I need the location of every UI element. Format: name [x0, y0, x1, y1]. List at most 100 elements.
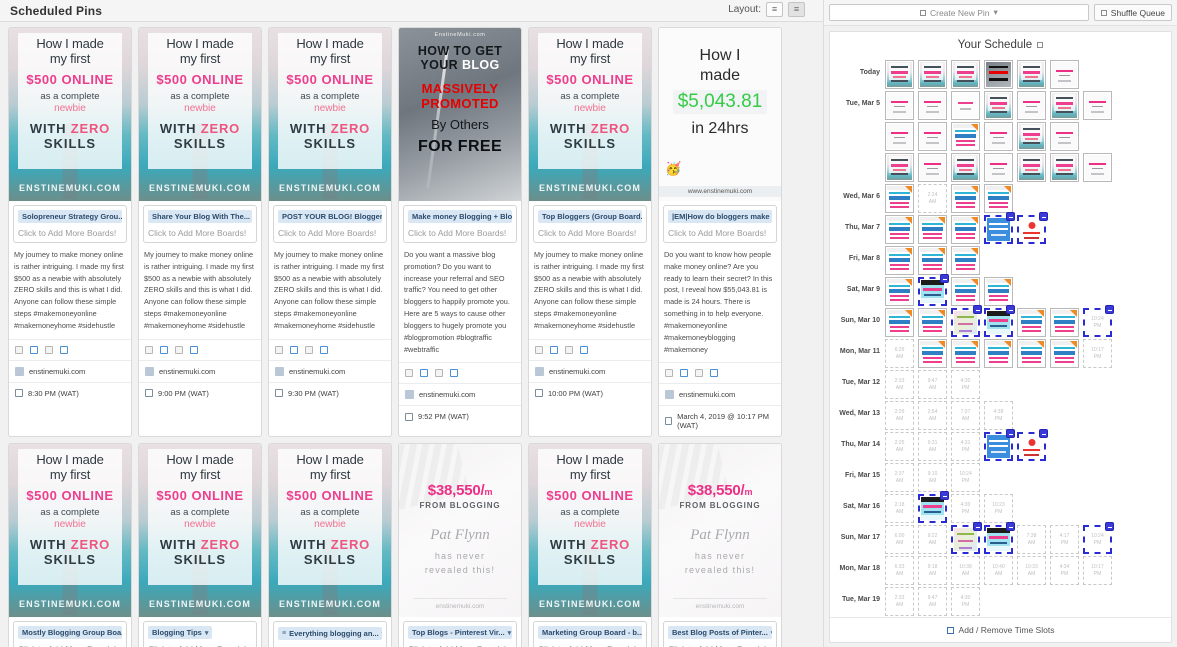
schedule-slot-filled[interactable] [1017, 432, 1046, 461]
schedule-slot-empty[interactable]: 4:17PM [1050, 525, 1079, 554]
pin-description[interactable]: My journey to make money online is rathe… [139, 243, 261, 340]
delete-icon[interactable] [435, 369, 443, 377]
pin-card[interactable]: How I mademy first$500 ONLINEas a comple… [8, 443, 132, 647]
schedule-slot-filled[interactable] [984, 184, 1013, 213]
schedule-slot-empty[interactable]: 6:29AM [885, 339, 914, 368]
schedule-slot-empty[interactable]: 10:24PM [1083, 308, 1112, 337]
slot-badge-icon[interactable] [940, 274, 949, 283]
pin-image[interactable]: How I mademy first$500 ONLINEas a comple… [9, 28, 131, 201]
schedule-slot-filled[interactable] [1050, 153, 1079, 182]
pin-card[interactable]: EnstineMuki.comHOW TO GETYOUR BLOGMASSIV… [398, 27, 522, 437]
schedule-slot-empty[interactable]: 2:24AM [918, 184, 947, 213]
schedule-slot-empty[interactable]: 4:30PM [951, 370, 980, 399]
add-boards-label[interactable]: Click to Add More Boards! [278, 228, 382, 238]
pin-description[interactable]: My journey to make money online is rathe… [9, 243, 131, 340]
schedule-slot-filled[interactable] [951, 60, 980, 89]
delete-icon[interactable] [45, 346, 53, 354]
pin-card[interactable]: How I mademy first$500 ONLINEas a comple… [268, 27, 392, 437]
copy-icon[interactable] [145, 346, 153, 354]
pin-card[interactable]: How I mademy first$500 ONLINEas a comple… [528, 443, 652, 647]
slot-badge-icon[interactable] [973, 305, 982, 314]
schedule-slot-filled[interactable] [951, 122, 980, 151]
delete-icon[interactable] [695, 369, 703, 377]
copy-icon[interactable] [535, 346, 543, 354]
chip-remove-icon[interactable]: ▾ [205, 629, 209, 637]
slot-badge-icon[interactable] [973, 522, 982, 531]
schedule-slot-empty[interactable]: 9:47AM [918, 587, 947, 616]
schedule-slot-empty[interactable]: 2:37AM [885, 463, 914, 492]
schedule-slot-filled[interactable] [984, 339, 1013, 368]
schedule-slot-filled[interactable] [885, 184, 914, 213]
pin-card[interactable]: $38,550/mFROM BLOGGINGPat Flynnhas never… [398, 443, 522, 647]
pin-schedule-time[interactable]: March 4, 2019 @ 10:17 PM (WAT) [659, 406, 781, 436]
schedule-slot-filled[interactable] [1050, 122, 1079, 151]
schedule-slot-filled[interactable] [984, 153, 1013, 182]
edit-icon[interactable] [290, 346, 298, 354]
schedule-slot-empty[interactable]: 9:10AM [918, 463, 947, 492]
pin-boards-box[interactable]: Blogging Tips▾Click to Add More Boards! [143, 621, 257, 647]
schedule-slot-empty[interactable]: 9:18AM [918, 556, 947, 585]
schedule-slot-filled[interactable] [1050, 339, 1079, 368]
schedule-slot-filled[interactable] [1017, 60, 1046, 89]
pin-boards-box[interactable]: Solopreneur Strategy Grou...▾Click to Ad… [13, 205, 127, 243]
board-chip[interactable]: Make money Blogging + Blo...▾ [408, 210, 512, 223]
pin-card[interactable]: How I mademy first$500 ONLINEas a comple… [528, 27, 652, 437]
schedule-slot-empty[interactable]: 4:31PM [951, 432, 980, 461]
pin-boards-box[interactable]: Marketing Group Board - b...▾Click to Ad… [533, 621, 647, 647]
schedule-slot-empty[interactable]: 4:34PM [1050, 556, 1079, 585]
pin-schedule-time[interactable]: 9:30 PM (WAT) [269, 383, 391, 404]
schedule-slot-empty[interactable]: 10:40AM [984, 556, 1013, 585]
add-boards-label[interactable]: Click to Add More Boards! [668, 228, 772, 238]
schedule-slot-empty[interactable]: 10:24PM [1083, 525, 1112, 554]
add-boards-label[interactable]: Click to Add More Boards! [538, 228, 642, 238]
link-icon[interactable] [710, 369, 718, 377]
pin-source-site[interactable]: enstinemuki.com [399, 384, 521, 406]
pin-boards-box[interactable]: Best Blog Posts of Pinter...▾Click to Ad… [663, 621, 777, 647]
add-boards-label[interactable]: Click to Add More Boards! [148, 228, 252, 238]
schedule-slot-empty[interactable]: 7:38AM [1017, 525, 1046, 554]
pin-image[interactable]: How I mademy first$500 ONLINEas a comple… [139, 444, 261, 617]
pin-image[interactable]: $38,550/mFROM BLOGGINGPat Flynnhas never… [659, 444, 781, 617]
create-new-pin-button[interactable]: Create New Pin ▾ [829, 4, 1089, 21]
schedule-slot-filled[interactable] [984, 432, 1013, 461]
board-chip[interactable]: Blogging Tips▾ [148, 626, 212, 639]
copy-icon[interactable] [405, 369, 413, 377]
schedule-slot-empty[interactable]: 4:38PM [984, 401, 1013, 430]
schedule-slot-filled[interactable] [885, 91, 914, 120]
schedule-slot-filled[interactable] [885, 246, 914, 275]
pin-card[interactable]: How I mademy first$500 ONLINEas a comple… [138, 443, 262, 647]
schedule-slot-filled[interactable] [1050, 91, 1079, 120]
pin-source-site[interactable]: enstinemuki.com [659, 384, 781, 406]
schedule-slot-filled[interactable] [951, 339, 980, 368]
pin-description[interactable]: My journey to make money online is rathe… [269, 243, 391, 340]
schedule-slot-filled[interactable] [984, 215, 1013, 244]
pin-description[interactable]: Do you want to know how people make mone… [659, 243, 781, 363]
schedule-slot-filled[interactable] [885, 60, 914, 89]
pin-boards-box[interactable]: ≡Everything blogging an...▾Click to Add … [273, 621, 387, 647]
board-chip[interactable]: Marketing Group Board - b...▾ [538, 626, 642, 639]
schedule-slot-filled[interactable] [1083, 91, 1112, 120]
slot-badge-icon[interactable] [1006, 522, 1015, 531]
schedule-slot-filled[interactable] [984, 60, 1013, 89]
schedule-slot-filled[interactable] [1017, 339, 1046, 368]
schedule-slot-filled[interactable] [918, 91, 947, 120]
schedule-slot-empty[interactable]: 9:47AM [918, 370, 947, 399]
schedule-slot-empty[interactable]: 6:00AM [885, 525, 914, 554]
pin-card[interactable]: $38,550/mFROM BLOGGINGPat Flynnhas never… [658, 443, 782, 647]
edit-icon[interactable] [30, 346, 38, 354]
pin-source-site[interactable]: enstinemuki.com [139, 361, 261, 383]
schedule-slot-filled[interactable] [1017, 122, 1046, 151]
link-icon[interactable] [450, 369, 458, 377]
edit-icon[interactable] [160, 346, 168, 354]
edit-icon[interactable] [680, 369, 688, 377]
schedule-slot-filled[interactable] [918, 308, 947, 337]
schedule-slot-filled[interactable] [951, 215, 980, 244]
pin-schedule-time[interactable]: 8:30 PM (WAT) [9, 383, 131, 404]
add-remove-time-slots-button[interactable]: Add / Remove Time Slots [830, 617, 1171, 642]
add-boards-label[interactable]: Click to Add More Boards! [408, 228, 512, 238]
pin-card[interactable]: How I mademy first$500 ONLINEas a comple… [268, 443, 392, 647]
schedule-slot-empty[interactable]: 2:54AM [918, 401, 947, 430]
board-chip[interactable]: Solopreneur Strategy Grou...▾ [18, 210, 122, 223]
pin-image[interactable]: EnstineMuki.comHOW TO GETYOUR BLOGMASSIV… [399, 28, 521, 201]
schedule-slot-empty[interactable]: 2:18AM [885, 494, 914, 523]
